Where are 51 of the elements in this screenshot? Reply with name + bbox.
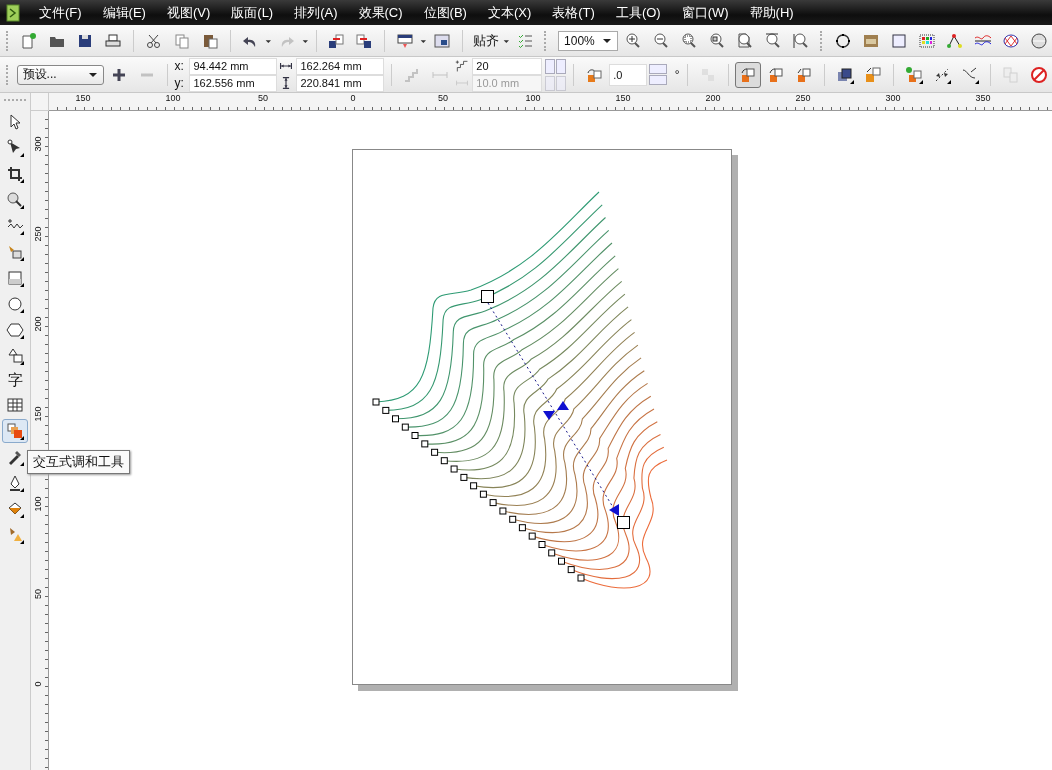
zoom-level-dropdown[interactable]: 100% (558, 30, 619, 51)
snap-to-button[interactable]: 贴齐 (469, 31, 502, 50)
field-label: x: (174, 59, 185, 73)
menu-item[interactable]: 表格(T) (541, 3, 605, 22)
object-acceleration-handle[interactable] (543, 411, 555, 420)
ruler-label: 200 (32, 318, 44, 330)
menu-item[interactable]: 文件(F) (28, 3, 92, 22)
ruler-label: 300 (884, 93, 902, 103)
direct-blend-icon[interactable] (735, 61, 762, 88)
text-tool[interactable]: 字 (3, 370, 27, 391)
x-position-field[interactable]: 94.442 mm (189, 57, 278, 75)
ruler-label: 350 (974, 93, 992, 103)
ruler-label: 250 (794, 93, 812, 103)
steps-field[interactable]: 20 (472, 57, 543, 75)
width-field[interactable]: 162.264 mm (296, 57, 385, 75)
blend-tool-icon[interactable] (2, 419, 28, 443)
menu-item[interactable]: 位图(B) (412, 3, 477, 22)
rotation-angle-field[interactable]: .0 (609, 63, 647, 86)
steps-count-icon[interactable] (455, 59, 470, 73)
ruler-label: 50 (437, 93, 449, 103)
ruler-label: 0 (32, 680, 44, 689)
menu-item[interactable]: 编辑(E) (91, 3, 156, 22)
degree-unit-label: ° (674, 67, 680, 82)
blend-start-handle[interactable] (481, 290, 494, 303)
ruler-label: 100 (524, 93, 542, 103)
ruler-label: 100 (32, 498, 44, 510)
menu-item[interactable]: 工具(O) (604, 3, 671, 22)
preset-dropdown[interactable]: 预设... (16, 64, 104, 85)
blend-end-handle[interactable] (617, 516, 630, 529)
menu-item[interactable]: 窗口(W) (670, 3, 739, 22)
ruler-label: 50 (32, 588, 44, 600)
ruler-label: 200 (704, 93, 722, 103)
menu-item[interactable]: 文本(X) (476, 3, 542, 22)
ruler-label: 100 (164, 93, 182, 103)
app-logo-icon[interactable] (6, 3, 20, 22)
menu-item[interactable]: 版面(L) (220, 3, 284, 22)
ruler-label: 150 (614, 93, 632, 103)
color-acceleration-handle[interactable] (557, 401, 569, 410)
end-arrow-handle[interactable] (609, 504, 619, 516)
tooltip: 交互式调和工具 (27, 450, 130, 474)
ruler-label: 0 (349, 93, 357, 103)
menu-item[interactable]: 效果(C) (347, 3, 413, 22)
menu-item[interactable]: 排列(A) (283, 3, 348, 22)
ruler-label: 150 (32, 408, 44, 420)
field-label: y: (174, 76, 185, 90)
ruler-label: 150 (74, 93, 92, 103)
ruler-label: 50 (257, 93, 269, 103)
ruler-label: 300 (32, 138, 44, 150)
ruler-label: 250 (32, 228, 44, 240)
menu-item[interactable]: 帮助(H) (738, 3, 804, 22)
menu-item[interactable]: 视图(V) (155, 3, 221, 22)
